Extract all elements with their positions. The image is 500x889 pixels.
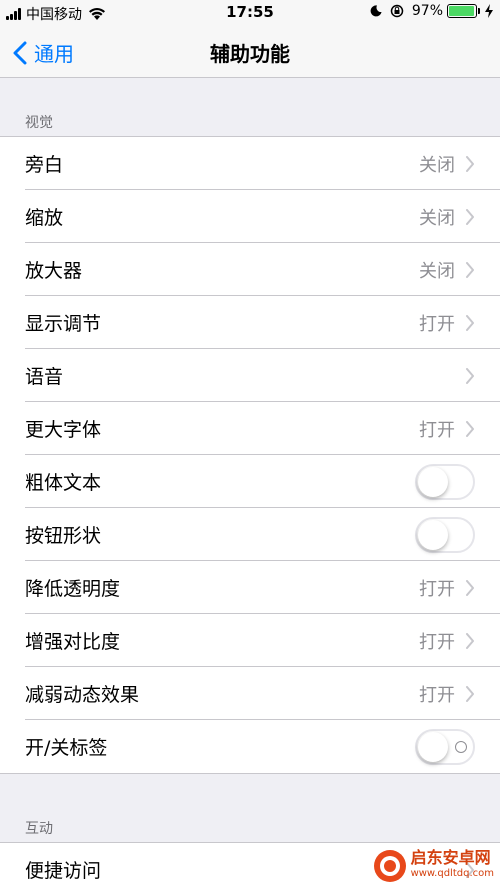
chevron-right-icon (466, 579, 474, 596)
watermark-name: 启东安卓网 (410, 848, 491, 867)
off-label-icon (455, 740, 467, 753)
rotation-lock-icon (390, 4, 404, 18)
row-label: 旁白 (25, 154, 64, 176)
settings-row: 粗体文本 (0, 455, 500, 508)
row-label: 缩放 (25, 207, 64, 229)
row-value: 打开 (419, 419, 455, 441)
settings-group-vision: 旁白 关闭 缩放 关闭 放大器 关闭 显示调节 打开 语音 更大字体 打开 粗体文本 按钮形状 降低透明度… (0, 136, 500, 774)
battery-tip (478, 8, 480, 14)
chevron-right-icon (466, 420, 474, 437)
toggle-switch[interactable] (415, 463, 475, 500)
row-label: 减弱动态效果 (25, 684, 140, 706)
settings-row[interactable]: 增强对比度 打开 (0, 614, 500, 667)
navigation-bar: 通用 辅助功能 (0, 26, 500, 78)
chevron-right-icon (466, 632, 474, 649)
settings-row: 按钮形状 (0, 508, 500, 561)
battery-icon (447, 4, 477, 18)
battery-percent: 97% (411, 3, 443, 19)
watermark-logo-icon (373, 850, 406, 882)
settings-row[interactable]: 降低透明度 打开 (0, 561, 500, 614)
row-label: 显示调节 (25, 313, 102, 335)
status-bar: 中国移动 17:55 97% (0, 0, 500, 26)
row-value: 关闭 (419, 260, 455, 282)
row-value: 打开 (419, 684, 455, 706)
page-title: 辅助功能 (210, 42, 290, 66)
chevron-right-icon (466, 367, 474, 384)
settings-row: 开/关标签 (0, 720, 500, 773)
row-label: 更大字体 (25, 419, 102, 441)
row-label: 语音 (25, 366, 64, 388)
row-label: 开/关标签 (25, 737, 108, 759)
row-label: 按钮形状 (25, 525, 102, 547)
row-value: 关闭 (419, 154, 455, 176)
row-label: 增强对比度 (25, 631, 121, 653)
settings-row[interactable]: 旁白 关闭 (0, 137, 500, 190)
settings-row[interactable]: 更大字体 打开 (0, 402, 500, 455)
toggle-knob (418, 731, 448, 762)
status-right: 97% (370, 3, 494, 19)
toggle-switch[interactable] (415, 516, 475, 553)
moon-icon (370, 5, 382, 17)
settings-row[interactable]: 减弱动态效果 打开 (0, 667, 500, 720)
site-watermark: 启东安卓网 www.qdltdq.com (373, 849, 494, 883)
settings-row[interactable]: 放大器 关闭 (0, 243, 500, 296)
row-value: 打开 (419, 631, 455, 653)
battery-fill (449, 6, 475, 16)
chevron-right-icon (466, 261, 474, 278)
section-header-vision: 视觉 (25, 115, 53, 131)
row-label: 降低透明度 (25, 578, 121, 600)
charging-icon (485, 4, 493, 18)
chevron-right-icon (466, 208, 474, 225)
watermark-text: 启东安卓网 www.qdltdq.com (411, 850, 494, 882)
settings-row[interactable]: 语音 (0, 349, 500, 402)
toggle-knob (418, 466, 448, 497)
watermark-url: www.qdltdq.com (410, 868, 494, 879)
chevron-right-icon (466, 314, 474, 331)
settings-row[interactable]: 缩放 关闭 (0, 190, 500, 243)
row-value: 打开 (419, 578, 455, 600)
row-value: 关闭 (419, 207, 455, 229)
chevron-right-icon (466, 685, 474, 702)
chevron-right-icon (466, 155, 474, 172)
toggle-switch[interactable] (415, 728, 475, 765)
toggle-knob (418, 519, 448, 550)
settings-row[interactable]: 显示调节 打开 (0, 296, 500, 349)
row-label: 放大器 (25, 260, 83, 282)
row-value: 打开 (419, 313, 455, 335)
row-label: 粗体文本 (25, 472, 102, 494)
section-header-interaction: 互动 (25, 821, 53, 837)
